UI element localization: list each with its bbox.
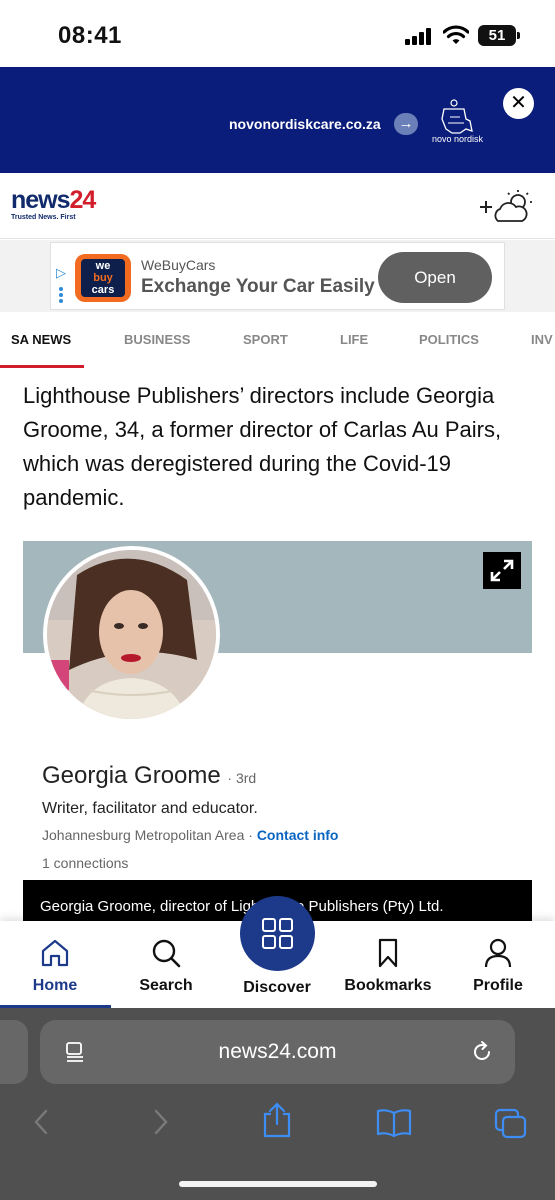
close-icon[interactable]: ✕: [503, 88, 534, 119]
tabs-icon[interactable]: [494, 1108, 528, 1140]
sponsored-ad-strip: ▷ we buy cars WeBuyCars Exchange Your Ca…: [0, 240, 555, 312]
connection-degree: · 3rd: [227, 770, 257, 786]
previous-tab-preview[interactable]: [0, 1020, 28, 1084]
profile-headline: Writer, facilitator and educator.: [42, 800, 258, 817]
nav-profile[interactable]: Profile: [448, 937, 548, 995]
home-icon: [41, 939, 69, 967]
contact-info-link: Contact info: [256, 827, 339, 843]
logo-line-buy: buy: [93, 272, 113, 284]
ad-url[interactable]: novonordiskcare.co.za: [229, 116, 381, 132]
profile-name-text: Georgia Groome: [42, 762, 221, 789]
wifi-icon: [443, 25, 469, 44]
reload-icon[interactable]: [470, 1040, 494, 1064]
profile-avatar: [43, 546, 220, 723]
ad-brand-text: novo nordisk: [432, 134, 484, 144]
status-bar: 08:41 51: [0, 0, 555, 67]
tab-life[interactable]: LIFE: [340, 332, 368, 347]
active-tab-indicator: [0, 365, 84, 368]
logo-main-text: news: [11, 186, 71, 214]
logo-line-cars: cars: [91, 284, 115, 296]
nav-home[interactable]: Home: [5, 937, 105, 995]
location-text: Johannesburg Metropolitan Area: [42, 827, 245, 843]
ad-choices-icon[interactable]: ▷: [56, 265, 66, 281]
logo-tagline: Trusted News. First: [11, 214, 76, 221]
add-weather-icon[interactable]: [478, 187, 538, 227]
home-indicator[interactable]: [179, 1181, 377, 1187]
news24-logo[interactable]: news24 Trusted News. First: [11, 186, 97, 221]
url-text[interactable]: news24.com: [40, 1040, 515, 1064]
profile-photo: [47, 550, 216, 719]
more-options-icon[interactable]: [59, 287, 63, 305]
nav-search[interactable]: Search: [116, 937, 216, 995]
cellular-signal-icon: [405, 27, 435, 45]
tab-politics[interactable]: POLITICS: [419, 332, 479, 347]
browser-chrome: news24.com: [0, 1008, 555, 1200]
sponsored-headline: Exchange Your Car Easily: [141, 276, 375, 297]
nav-profile-label: Profile: [473, 977, 523, 994]
sponsored-brand: WeBuyCars: [141, 257, 216, 273]
nav-home-label: Home: [32, 977, 78, 994]
nav-bookmarks[interactable]: Bookmarks: [338, 937, 438, 995]
bottom-nav: Home Search Discover Bookmarks Profile: [0, 896, 555, 1008]
logo-num-text: 24: [69, 186, 97, 214]
back-icon[interactable]: [30, 1108, 52, 1136]
sponsored-ad-card[interactable]: ▷ we buy cars WeBuyCars Exchange Your Ca…: [50, 242, 505, 310]
nav-discover[interactable]: Discover: [227, 971, 327, 997]
expand-icon[interactable]: [483, 552, 521, 589]
profile-icon: [484, 938, 512, 968]
bookmarks-book-icon[interactable]: [375, 1108, 413, 1138]
site-header: news24 Trusted News. First: [0, 173, 555, 239]
status-time: 08:41: [58, 22, 122, 49]
tab-sport[interactable]: SPORT: [243, 332, 288, 347]
ad-banner[interactable]: novonordiskcare.co.za → novo nordisk ✕: [0, 67, 555, 173]
logo-line-we: we: [95, 260, 111, 272]
nav-search-label: Search: [139, 977, 193, 994]
nav-bookmarks-label: Bookmarks: [344, 977, 432, 994]
bookmark-icon: [378, 938, 398, 968]
forward-icon[interactable]: [150, 1108, 172, 1136]
search-icon: [152, 939, 181, 968]
profile-name: Georgia Groome · 3rd: [42, 762, 256, 790]
tab-business[interactable]: BUSINESS: [124, 332, 190, 347]
discover-button[interactable]: [240, 896, 315, 971]
grid-icon: [262, 918, 293, 949]
arrow-right-icon[interactable]: →: [394, 113, 418, 135]
article-paragraph: Lighthouse Publishers’ directors include…: [23, 383, 502, 510]
open-button[interactable]: Open: [378, 252, 492, 303]
nav-discover-label: Discover: [243, 979, 311, 996]
profile-location: Johannesburg Metropolitan Area · Contact…: [42, 827, 338, 843]
webuycars-logo: we buy cars: [75, 254, 131, 302]
profile-connections: 1 connections: [42, 855, 129, 871]
share-icon[interactable]: [261, 1102, 293, 1138]
location-separator: ·: [244, 827, 257, 843]
battery-indicator: 51: [478, 25, 520, 46]
category-tabs: SA NEWS BUSINESS SPORT LIFE POLITICS INV: [0, 312, 555, 368]
tab-investigations[interactable]: INV: [531, 332, 553, 347]
article-image-profile-screenshot[interactable]: Georgia Groome · 3rd Writer, facilitator…: [23, 541, 532, 921]
address-bar[interactable]: news24.com: [40, 1020, 515, 1084]
tab-sa-news[interactable]: SA NEWS: [11, 332, 71, 347]
